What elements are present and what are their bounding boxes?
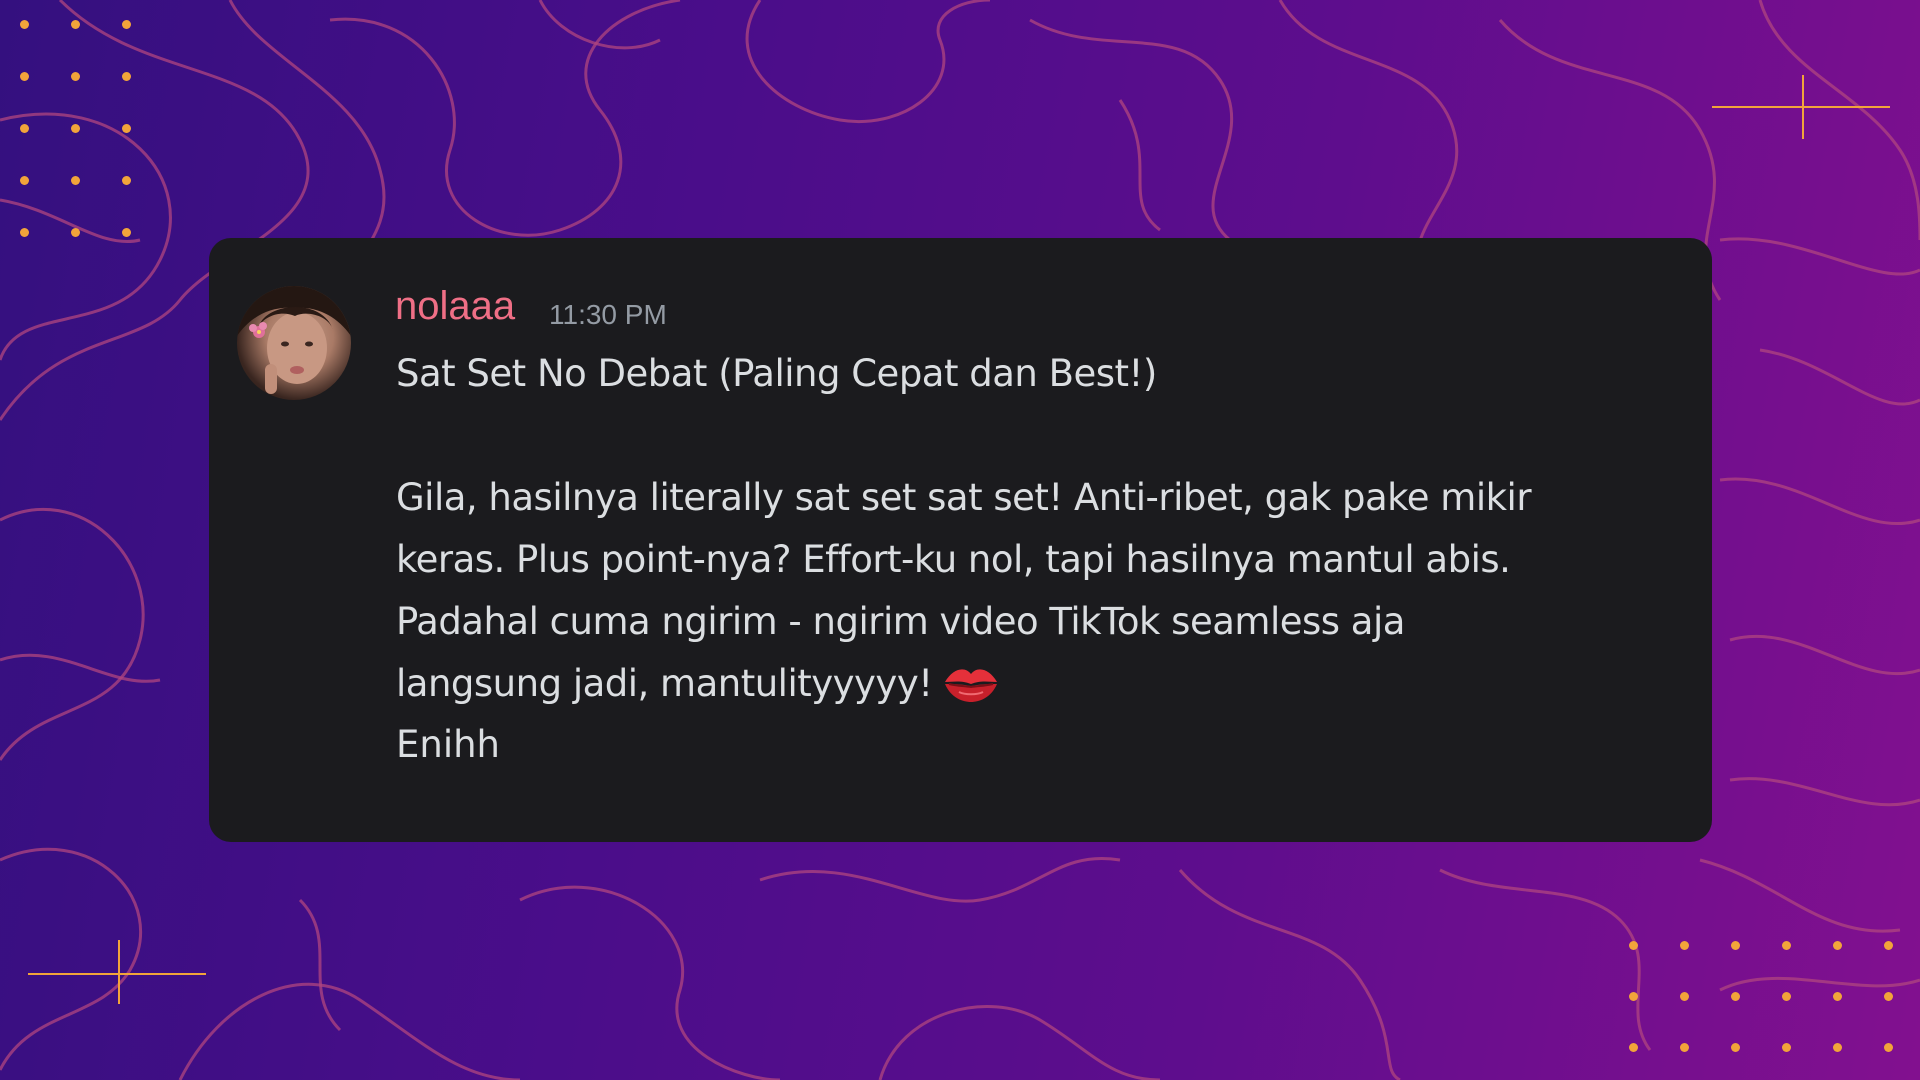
message-line: Padahal cuma ngirim - ngirim video TikTo… bbox=[396, 600, 1405, 643]
message-line-with-emoji: langsung jadi, mantulityyyyy! bbox=[396, 653, 1656, 725]
message-line: Gila, hasilnya literally sat set sat set… bbox=[396, 476, 1532, 519]
message-title-line: Sat Set No Debat (Paling Cepat dan Best!… bbox=[396, 352, 1157, 395]
dot-grid-decoration bbox=[20, 20, 131, 237]
message-line: keras. Plus point-nya? Effort-ku nol, ta… bbox=[396, 538, 1511, 581]
message-line: langsung jadi, mantulityyyyy! bbox=[396, 662, 933, 705]
message-timestamp: 11:30 PM bbox=[549, 299, 667, 330]
username[interactable]: nolaaa bbox=[395, 284, 515, 329]
chat-message-card: nolaaa 11:30 PM Sat Set No Debat (Paling… bbox=[209, 238, 1712, 842]
crosshair-decoration bbox=[28, 940, 206, 1004]
kiss-mark-icon bbox=[941, 662, 1001, 725]
followup-message: Enihh bbox=[396, 723, 501, 766]
crosshair-decoration bbox=[1712, 75, 1890, 139]
dot-grid-decoration bbox=[1629, 941, 1893, 1052]
avatar[interactable] bbox=[237, 286, 351, 400]
message-body: Sat Set No Debat (Paling Cepat dan Best!… bbox=[396, 343, 1656, 725]
